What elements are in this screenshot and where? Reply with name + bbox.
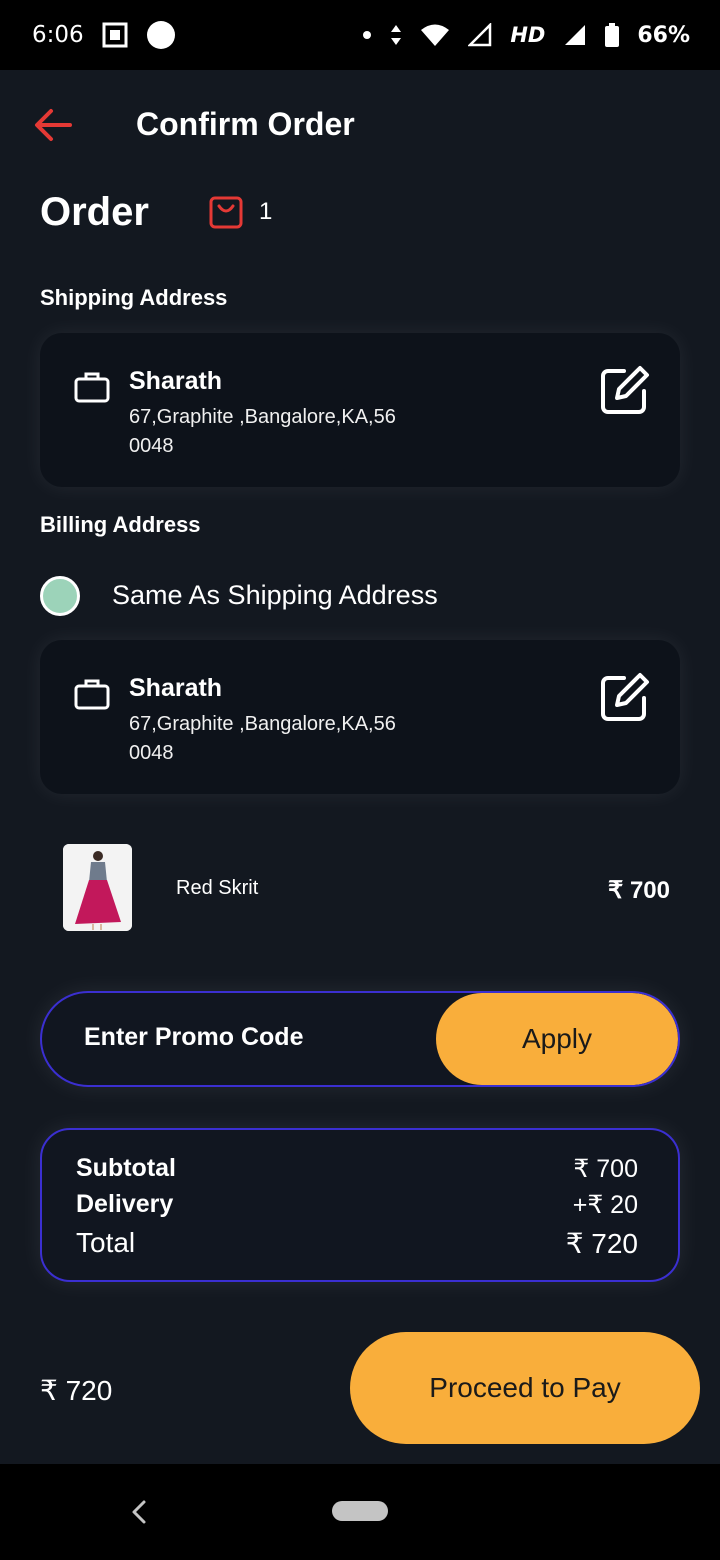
billing-address-card: Sharath 67,Graphite ,Bangalore,KA,56 004… [40,640,680,794]
proceed-to-pay-button[interactable]: Proceed to Pay [350,1332,700,1444]
delivery-label: Delivery [76,1190,174,1218]
delivery-value: +₹ 20 [572,1191,638,1219]
nav-back-icon[interactable] [128,1498,150,1526]
screenshot-icon [102,22,128,48]
nav-home-pill[interactable] [332,1501,388,1521]
total-label: Total [76,1227,136,1258]
briefcase-icon [74,372,110,403]
wifi-icon [421,24,450,46]
product-price: ₹ 700 [608,877,670,904]
shipping-address-line-2: 0048 [129,435,174,457]
delivery-row: Delivery +₹ 20 [76,1190,638,1220]
network-type-label: HD [510,23,546,47]
status-bar: 6:06 HD 66% [0,0,720,70]
promo-code-bar: Apply [40,991,680,1087]
same-as-shipping-label[interactable]: Same As Shipping Address [112,580,438,611]
subtotal-label: Subtotal [76,1154,176,1182]
billing-address-text: 67,Graphite ,Bangalore,KA,56 0048 [129,710,419,768]
notification-dot-icon [146,21,175,49]
same-as-shipping-radio[interactable] [40,576,80,616]
app-header: Confirm Order [0,70,720,182]
shipping-address-line-1: 67,Graphite ,Bangalore,KA,56 [129,406,396,428]
shopping-bag-icon [209,196,243,229]
back-arrow-icon[interactable] [34,108,72,142]
billing-address-line-1: 67,Graphite ,Bangalore,KA,56 [129,713,396,735]
shipping-address-label: Shipping Address [40,285,228,310]
total-row: Total ₹ 720 [76,1227,638,1260]
signal-roaming-icon [468,23,492,47]
footer-total: ₹ 720 [40,1375,113,1406]
shipping-address-card: Sharath 67,Graphite ,Bangalore,KA,56 004… [40,333,680,487]
billing-address-line-2: 0048 [129,742,174,764]
subtotal-value: ₹ 700 [573,1155,638,1183]
billing-name: Sharath [129,674,223,702]
shipping-name: Sharath [129,367,223,395]
subtotal-row: Subtotal ₹ 700 [76,1154,638,1184]
dot-icon [363,31,372,39]
order-item-count: 1 [259,198,273,225]
order-heading: Order [40,190,149,234]
edit-icon[interactable] [598,363,652,417]
page-title: Confirm Order [136,106,355,142]
data-arrows-icon [391,25,402,45]
shipping-address-text: 67,Graphite ,Bangalore,KA,56 0048 [129,403,419,461]
product-image [63,844,132,931]
briefcase-icon [74,679,110,710]
order-summary: Subtotal ₹ 700 Delivery +₹ 20 Total ₹ 72… [40,1128,680,1282]
billing-address-label: Billing Address [40,512,201,537]
edit-icon[interactable] [598,670,652,724]
checkout-bar: ₹ 720 Proceed to Pay [0,1302,720,1464]
total-value: ₹ 720 [565,1228,638,1259]
apply-button[interactable]: Apply [436,993,678,1085]
status-time: 6:06 [32,22,84,48]
signal-icon [565,25,586,45]
battery-icon [605,23,620,47]
battery-percent: 66% [637,22,690,48]
promo-code-input[interactable] [84,1023,424,1052]
product-name: Red Skrit [176,877,259,899]
